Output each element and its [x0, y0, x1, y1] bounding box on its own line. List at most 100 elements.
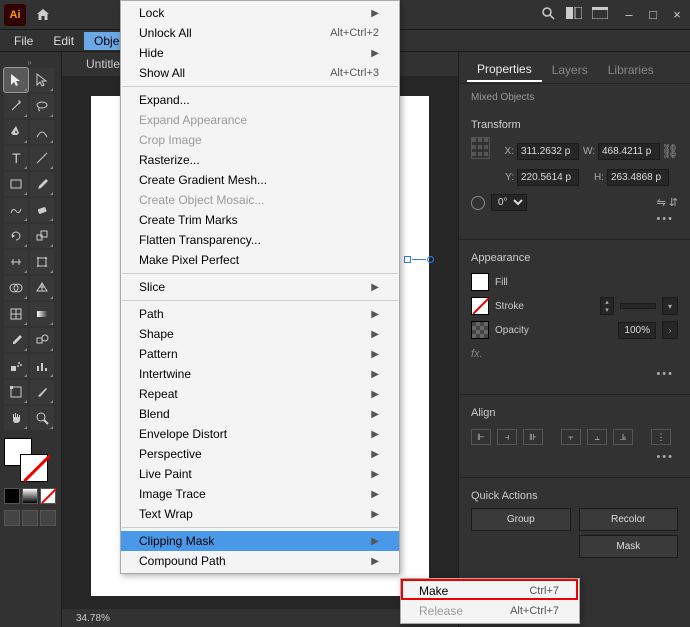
mi-pattern[interactable]: Pattern▶: [121, 344, 399, 364]
mi-hide[interactable]: Hide▶: [121, 43, 399, 63]
mi-rasterize[interactable]: Rasterize...: [121, 150, 399, 170]
selection-tool[interactable]: [4, 68, 28, 92]
width-tool[interactable]: [4, 250, 28, 274]
mi-show-all[interactable]: Show AllAlt+Ctrl+3: [121, 63, 399, 83]
mi-perspective[interactable]: Perspective▶: [121, 444, 399, 464]
anchor-handle[interactable]: [404, 256, 434, 263]
fill-color[interactable]: [471, 273, 489, 291]
none-mode[interactable]: [40, 488, 56, 504]
paintbrush-tool[interactable]: [30, 172, 54, 196]
maximize-button[interactable]: □: [644, 8, 662, 22]
hand-tool[interactable]: [4, 406, 28, 430]
mi-image-trace[interactable]: Image Trace▶: [121, 484, 399, 504]
search-icon[interactable]: [540, 5, 556, 24]
mi-blend[interactable]: Blend▶: [121, 404, 399, 424]
align-hcenter-icon[interactable]: ⫞: [497, 429, 517, 445]
arrange-docs-icon[interactable]: [566, 7, 582, 22]
magic-wand-tool[interactable]: [4, 94, 28, 118]
menu-file[interactable]: File: [4, 32, 43, 50]
direct-selection-tool[interactable]: [30, 68, 54, 92]
transform-more[interactable]: •••: [471, 211, 678, 227]
distribute-icon[interactable]: ⋮: [651, 429, 671, 445]
stroke-swatch[interactable]: [20, 454, 48, 482]
align-vcenter-icon[interactable]: ⫠: [587, 429, 607, 445]
group-button[interactable]: Group: [471, 508, 571, 531]
rotate-tool[interactable]: [4, 224, 28, 248]
opacity-dropdown[interactable]: ›: [662, 321, 678, 339]
column-graph-tool[interactable]: [30, 354, 54, 378]
align-top-icon[interactable]: ⫟: [561, 429, 581, 445]
mi-create-gradient-mesh[interactable]: Create Gradient Mesh...: [121, 170, 399, 190]
flip-horizontal-icon[interactable]: ⇋: [657, 196, 666, 209]
eyedropper-tool[interactable]: [4, 328, 28, 352]
link-wh-icon[interactable]: ⛓: [662, 137, 678, 165]
mi-expand[interactable]: Expand...: [121, 90, 399, 110]
close-button[interactable]: ×: [668, 8, 686, 22]
stroke-label[interactable]: Stroke: [495, 301, 524, 312]
w-field[interactable]: [598, 143, 660, 160]
zoom-tool[interactable]: [30, 406, 54, 430]
gradient-mode[interactable]: [22, 488, 38, 504]
flip-vertical-icon[interactable]: ⇵: [669, 196, 678, 209]
perspective-grid-tool[interactable]: [30, 276, 54, 300]
lasso-tool[interactable]: [30, 94, 54, 118]
align-bottom-icon[interactable]: ⫡: [613, 429, 633, 445]
curvature-tool[interactable]: [30, 120, 54, 144]
mi-flatten-transparency[interactable]: Flatten Transparency...: [121, 230, 399, 250]
x-field[interactable]: [517, 143, 579, 160]
rotate-field[interactable]: 0°: [491, 194, 527, 211]
mi-path[interactable]: Path▶: [121, 304, 399, 324]
home-icon[interactable]: [34, 6, 52, 24]
line-segment-tool[interactable]: [30, 146, 54, 170]
mesh-tool[interactable]: [4, 302, 28, 326]
free-transform-tool[interactable]: [30, 250, 54, 274]
panel-grabber[interactable]: »: [0, 58, 61, 66]
mi-create-trim-marks[interactable]: Create Trim Marks: [121, 210, 399, 230]
color-mode[interactable]: [4, 488, 20, 504]
appearance-more[interactable]: •••: [471, 366, 678, 382]
reference-point[interactable]: [471, 137, 490, 159]
shape-builder-tool[interactable]: [4, 276, 28, 300]
menu-edit[interactable]: Edit: [43, 32, 84, 50]
slice-tool[interactable]: [30, 380, 54, 404]
artboard-tool[interactable]: [4, 380, 28, 404]
mi-shape[interactable]: Shape▶: [121, 324, 399, 344]
stroke-color[interactable]: [471, 297, 489, 315]
app-icon[interactable]: Ai: [4, 4, 26, 26]
scale-tool[interactable]: [30, 224, 54, 248]
mi-unlock-all[interactable]: Unlock AllAlt+Ctrl+2: [121, 23, 399, 43]
opacity-label[interactable]: Opacity: [495, 325, 529, 336]
align-more[interactable]: •••: [471, 449, 678, 465]
mi-lock[interactable]: Lock▶: [121, 3, 399, 23]
mi-compound-path[interactable]: Compound Path▶: [121, 551, 399, 571]
fx-button[interactable]: fx.: [471, 348, 483, 360]
mask-button[interactable]: Mask: [579, 535, 678, 558]
mi-live-paint[interactable]: Live Paint▶: [121, 464, 399, 484]
type-tool[interactable]: T: [4, 146, 28, 170]
mi-envelope-distort[interactable]: Envelope Distort▶: [121, 424, 399, 444]
pen-tool[interactable]: [4, 120, 28, 144]
h-field[interactable]: [607, 169, 669, 186]
tab-layers[interactable]: Layers: [542, 59, 598, 81]
stroke-weight-stepper[interactable]: ▴▾: [600, 297, 614, 315]
draw-inside[interactable]: [40, 510, 56, 526]
workspace-icon[interactable]: [592, 7, 608, 22]
y-field[interactable]: [517, 169, 579, 186]
symbol-sprayer-tool[interactable]: [4, 354, 28, 378]
shaper-tool[interactable]: [4, 198, 28, 222]
recolor-button[interactable]: Recolor: [579, 508, 679, 531]
blend-tool[interactable]: [30, 328, 54, 352]
align-left-icon[interactable]: ⊩: [471, 429, 491, 445]
tab-libraries[interactable]: Libraries: [598, 59, 664, 81]
stroke-weight-dropdown[interactable]: ▾: [662, 297, 678, 315]
draw-normal[interactable]: [4, 510, 20, 526]
mi-make-pixel-perfect[interactable]: Make Pixel Perfect: [121, 250, 399, 270]
mi-text-wrap[interactable]: Text Wrap▶: [121, 504, 399, 524]
eraser-tool[interactable]: [30, 198, 54, 222]
rectangle-tool[interactable]: [4, 172, 28, 196]
gradient-tool[interactable]: [30, 302, 54, 326]
stroke-weight[interactable]: [620, 303, 656, 309]
mi-clipping-mask[interactable]: Clipping Mask▶: [121, 531, 399, 551]
opacity-value[interactable]: 100%: [618, 322, 656, 339]
mi-slice[interactable]: Slice▶: [121, 277, 399, 297]
